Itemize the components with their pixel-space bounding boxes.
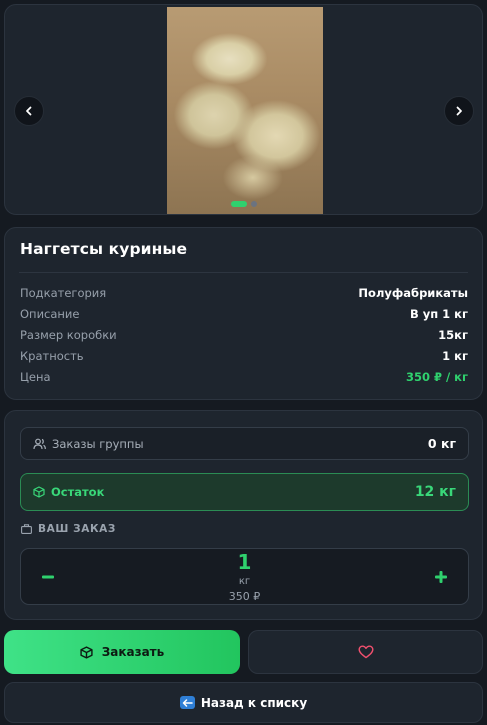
detail-label: Подкатегория [20,286,107,300]
stock-label-wrap: Остаток [33,485,104,499]
stock-box: Остаток 12 кг [20,473,469,511]
quantity-unit: кг [238,576,251,587]
quantity-value[interactable]: 1 [21,550,468,574]
detail-value: В уп 1 кг [409,307,468,321]
gallery-pagination [231,201,257,207]
back-button-label: Назад к списку [200,695,308,710]
heart-icon [358,645,373,659]
product-gallery [4,4,483,215]
product-info-card: Наггетсы куриные Подкатегория Полуфабрик… [4,227,483,400]
detail-row-description: Описание В уп 1 кг [20,304,468,324]
users-icon [33,438,46,449]
gallery-prev-button[interactable] [14,96,44,126]
detail-value: Полуфабрикаты [358,286,468,300]
gallery-next-button[interactable] [444,96,474,126]
divider [19,272,468,273]
box-icon [33,486,45,498]
detail-row-multiplicity: Кратность 1 кг [20,346,468,366]
group-orders-value: 0 кг [427,436,456,451]
detail-label: Цена [20,370,51,384]
increase-button[interactable] [428,564,454,590]
product-title: Наггетсы куриные [20,240,188,258]
product-photo[interactable] [167,7,323,214]
order-total: 350 ₽ [228,590,261,603]
your-order-heading: ВАШ ЗАКАЗ [21,523,116,535]
plus-icon [435,571,447,583]
gallery-dot[interactable] [251,201,257,207]
box-icon [80,645,93,659]
your-order-label: ВАШ ЗАКАЗ [38,523,116,535]
chevron-right-icon [456,106,462,116]
group-orders-label-wrap: Заказы группы [33,437,144,451]
stock-value: 12 кг [414,484,456,500]
arrow-left-icon [179,696,195,709]
favorite-button[interactable] [248,630,483,674]
gallery-dot-active[interactable] [231,201,247,207]
group-orders-label: Заказы группы [52,436,144,451]
briefcase-icon [21,524,32,534]
group-orders-box: Заказы группы 0 кг [20,427,469,460]
detail-label: Размер коробки [20,328,117,342]
order-button-label: Заказать [101,645,165,659]
back-to-list-button[interactable]: Назад к списку [4,682,483,723]
detail-value: 15кг [438,328,468,342]
stock-label: Остаток [51,485,105,499]
detail-row-box-size: Размер коробки 15кг [20,325,468,345]
detail-row-price: Цена 350 ₽ / кг [20,367,468,387]
order-button[interactable]: Заказать [4,630,240,674]
price-value: 350 ₽ / кг [405,370,468,384]
detail-label: Кратность [20,349,84,363]
detail-label: Описание [20,307,80,321]
chevron-left-icon [26,106,32,116]
order-card: Заказы группы 0 кг Остаток 12 кг ВАШ ЗАК… [4,410,483,620]
detail-row-subcategory: Подкатегория Полуфабрикаты [20,283,468,303]
quantity-stepper: 1 кг 350 ₽ [20,548,469,605]
detail-value: 1 кг [442,349,468,363]
